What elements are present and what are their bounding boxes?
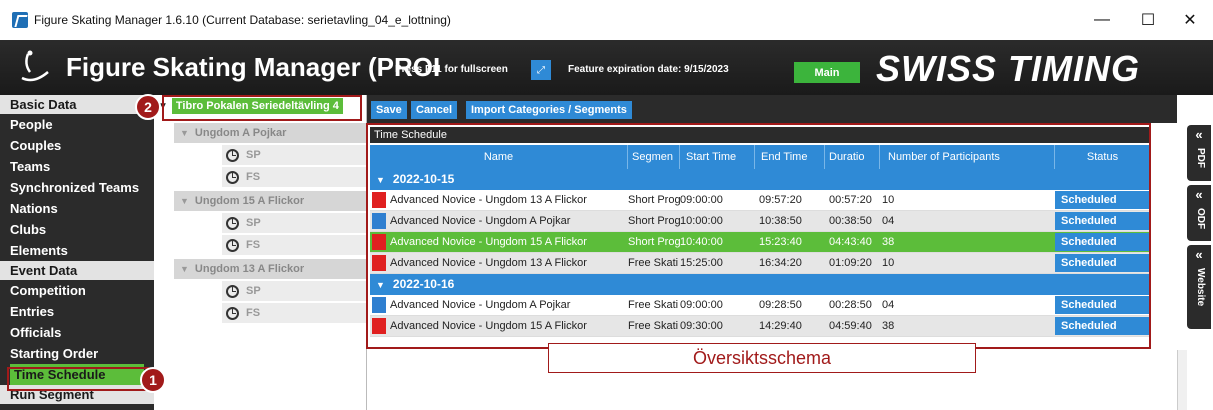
side-tab-label: ODF — [1195, 208, 1206, 230]
sidebar-item-starting-order[interactable]: Starting Order — [0, 343, 154, 364]
tree-category[interactable]: ▼ Ungdom 13 A Flickor — [174, 259, 366, 279]
side-tab-website[interactable]: « Website — [1187, 245, 1211, 329]
clock-icon — [226, 238, 239, 252]
vertical-scrollbar[interactable] — [1177, 350, 1187, 410]
app-icon — [12, 12, 28, 28]
tree-segment-label: FS — [246, 171, 261, 183]
sidebar-item-officials[interactable]: Officials — [0, 322, 154, 343]
side-tab-odf[interactable]: « ODF — [1187, 185, 1211, 241]
sidebar-header-event-data[interactable]: Event Data — [0, 261, 154, 280]
sidebar-item-people[interactable]: People — [0, 114, 154, 135]
clock-icon — [226, 148, 239, 162]
sidebar-item-synchronized-teams[interactable]: Synchronized Teams — [0, 177, 154, 198]
clock-icon — [226, 170, 239, 184]
maximize-button[interactable]: ☐ — [1125, 0, 1171, 40]
tree-segment[interactable]: FS — [222, 167, 366, 187]
annotation-highlight-schedule — [366, 123, 1151, 349]
tree-segment[interactable]: FS — [222, 235, 366, 255]
window-title: Figure Skating Manager 1.6.10 (Current D… — [34, 13, 451, 27]
app-title: Figure Skating Manager (PROI — [66, 52, 441, 82]
clock-icon — [226, 216, 239, 230]
close-button[interactable]: ✕ — [1167, 0, 1213, 40]
tree-segment-label: SP — [246, 149, 261, 161]
annotation-highlight-competition — [162, 95, 362, 121]
import-categories-button[interactable]: Import Categories / Segments — [466, 101, 632, 119]
fullscreen-icon[interactable]: ⤢ — [531, 60, 551, 80]
side-tab-label: Website — [1195, 268, 1206, 307]
tree-segment[interactable]: FS — [222, 303, 366, 323]
double-chevron-left-icon: « — [1195, 247, 1203, 262]
sidebar-item-teams[interactable]: Teams — [0, 156, 154, 177]
skater-logo-icon — [21, 50, 49, 82]
tree-segment[interactable]: SP — [222, 145, 366, 165]
expand-arrow-icon[interactable]: ▼ — [180, 128, 189, 138]
tree-segment-label: SP — [246, 285, 261, 297]
app-banner: Figure Skating Manager (PROI Press F11 f… — [0, 40, 1213, 95]
side-tab-label: PDF — [1195, 148, 1206, 168]
annotation-badge-2: 2 — [135, 94, 161, 120]
annotation-badge-1: 1 — [140, 367, 166, 393]
minimize-button[interactable]: — — [1079, 0, 1125, 40]
sidebar: Basic Data People Couples Teams Synchron… — [0, 95, 154, 410]
schedule-toolbar: Save Cancel Import Categories / Segments — [367, 95, 1177, 123]
swiss-timing-logo: SWISS TIMING — [876, 48, 1140, 89]
sidebar-item-entries[interactable]: Entries — [0, 301, 154, 322]
annotation-highlight-time-schedule — [7, 367, 149, 391]
tree-category-label: Ungdom A Pojkar — [194, 127, 287, 139]
double-chevron-left-icon: « — [1195, 127, 1203, 142]
expand-arrow-icon[interactable]: ▼ — [180, 264, 189, 274]
tree-segment-label: SP — [246, 217, 261, 229]
tree-category[interactable]: ▼ Ungdom A Pojkar — [174, 123, 366, 143]
fullscreen-hint: Press F11 for fullscreen — [395, 64, 508, 75]
side-tab-pdf[interactable]: « PDF — [1187, 125, 1211, 181]
main-button[interactable]: Main — [794, 62, 860, 83]
tree-category[interactable]: ▼ Ungdom 15 A Flickor — [174, 191, 366, 211]
clock-icon — [226, 284, 239, 298]
window-titlebar: Figure Skating Manager 1.6.10 (Current D… — [0, 0, 1213, 40]
expand-arrow-icon[interactable]: ▼ — [180, 196, 189, 206]
save-button[interactable]: Save — [371, 101, 407, 119]
tree-segment-label: FS — [246, 307, 261, 319]
tree-category-label: Ungdom 15 A Flickor — [194, 195, 305, 207]
sidebar-header-basic-data[interactable]: Basic Data — [0, 95, 154, 114]
sidebar-item-elements[interactable]: Elements — [0, 240, 154, 261]
cancel-button[interactable]: Cancel — [411, 101, 458, 119]
double-chevron-left-icon: « — [1195, 187, 1203, 202]
tree-segment-label: FS — [246, 239, 261, 251]
sidebar-item-couples[interactable]: Couples — [0, 135, 154, 156]
sidebar-item-clubs[interactable]: Clubs — [0, 219, 154, 240]
clock-icon — [226, 306, 239, 320]
sidebar-item-competition[interactable]: Competition — [0, 280, 154, 301]
tree-segment[interactable]: SP — [222, 281, 366, 301]
tree-segment[interactable]: SP — [222, 213, 366, 233]
sidebar-item-nations[interactable]: Nations — [0, 198, 154, 219]
feature-expiration: Feature expiration date: 9/15/2023 — [568, 64, 729, 75]
competition-tree: ▼ Tibro Pokalen Seriedeltävling 4 ▼ Ungdo… — [154, 95, 367, 410]
annotation-overview-label: Översiktsschema — [548, 343, 976, 373]
tree-category-label: Ungdom 13 A Flickor — [194, 263, 305, 275]
